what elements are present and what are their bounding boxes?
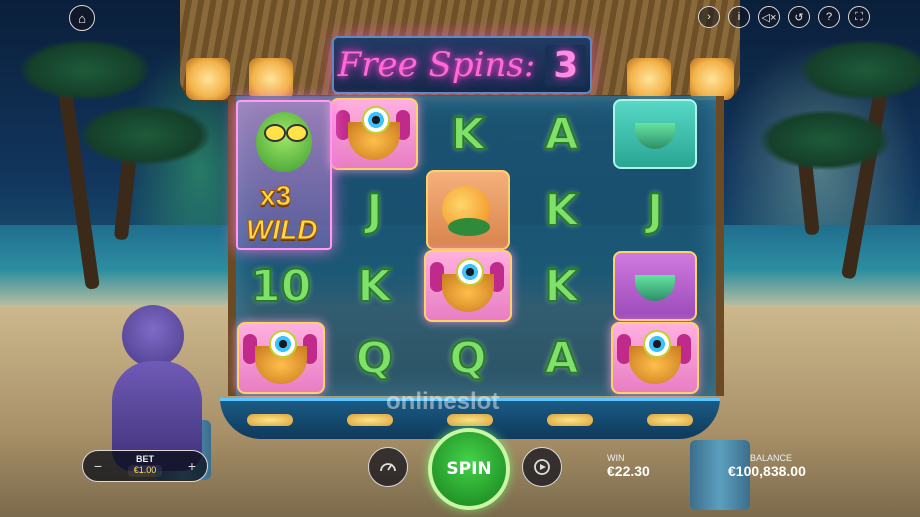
sound-off-icon: ◁×: [761, 11, 777, 24]
reel-cell: [608, 250, 702, 322]
watermark: onlineslot: [386, 388, 500, 415]
autoplay-button[interactable]: [522, 447, 562, 487]
info-button[interactable]: i: [728, 6, 750, 28]
symbol-k: K: [356, 260, 392, 313]
reel-cell: J: [328, 170, 422, 250]
bet-value: €1.00: [127, 465, 163, 477]
palm-leaves-right: [800, 40, 920, 100]
symbol-q: Q: [355, 332, 394, 385]
turbo-button[interactable]: [368, 447, 408, 487]
palm-leaves-mid-left: [80, 105, 210, 165]
reel-cell: A: [515, 98, 609, 170]
chevron-right-icon: ›: [707, 11, 711, 23]
reel-cell: Q: [328, 322, 422, 394]
reel-cell: [608, 322, 702, 394]
help-icon: ?: [825, 11, 833, 23]
reel-cell: J: [608, 170, 702, 250]
symbol-a: A: [544, 108, 580, 161]
reel-cell: [328, 98, 422, 170]
eyeball-bowl-symbol: [330, 98, 419, 170]
frog-eye: [264, 124, 286, 142]
bet-panel: − BET €1.00 +: [82, 450, 208, 482]
sound-button[interactable]: ◁×: [758, 6, 780, 28]
free-spins-label: Free Spins:: [337, 45, 536, 85]
spin-label: SPIN: [446, 459, 492, 479]
lantern: [690, 58, 734, 100]
symbol-k: K: [544, 184, 580, 237]
bet-increase-button[interactable]: +: [183, 457, 201, 475]
chevron-right-button[interactable]: ›: [698, 6, 720, 28]
frog-character: [256, 112, 312, 172]
reel-cell: K: [421, 98, 515, 170]
free-spins-count: 3: [545, 44, 587, 86]
win-value: €22.30: [607, 463, 650, 479]
balance-display: BALANCE €100,838.00: [728, 453, 806, 479]
autoplay-icon: [534, 459, 550, 475]
history-button[interactable]: ↺: [788, 6, 810, 28]
lantern: [627, 58, 671, 100]
deck-light: [547, 414, 593, 426]
eye-shape: [455, 258, 484, 286]
home-button[interactable]: ⌂: [69, 5, 95, 31]
glass-shape: [635, 275, 676, 301]
symbol-j: J: [365, 184, 383, 237]
bet-decrease-button[interactable]: −: [89, 457, 107, 475]
symbol-10: 10: [249, 260, 312, 313]
frog-eye: [286, 124, 308, 142]
reel-cell: [234, 322, 328, 394]
balance-label: BALANCE: [750, 453, 793, 463]
symbol-q: Q: [448, 332, 487, 385]
spin-button[interactable]: SPIN: [428, 428, 510, 510]
info-icon: i: [737, 11, 741, 23]
speedometer-icon: [380, 463, 396, 472]
top-right-toolbar: › i ◁× ↺ ? ⛶: [698, 6, 870, 28]
reel-cell: A: [515, 322, 609, 394]
fish-symbol: [425, 170, 510, 250]
reel-cell: [608, 98, 702, 170]
history-icon: ↺: [794, 11, 804, 24]
deck-light: [647, 414, 693, 426]
wild-multiplier: x3: [259, 180, 292, 212]
glass-shape: [635, 123, 676, 149]
palm-leaves-left: [20, 40, 150, 100]
eyeball-bowl-symbol: [423, 250, 512, 322]
home-icon: ⌂: [78, 10, 86, 26]
eyeball-bowl-symbol: [611, 322, 700, 394]
wild-symbol: x3 WILD: [236, 100, 332, 250]
win-label: WIN: [607, 453, 625, 463]
reel-cell: Q: [421, 322, 515, 394]
purple-drink-symbol: [613, 251, 698, 321]
reel-cell: K: [515, 170, 609, 250]
symbol-j: J: [646, 184, 664, 237]
fullscreen-icon: ⛶: [855, 10, 863, 23]
eye-shape: [268, 330, 297, 358]
win-display: WIN €22.30: [607, 453, 650, 479]
wild-label: WILD: [246, 214, 319, 246]
teal-drink-symbol: [613, 99, 698, 169]
eye-shape: [643, 330, 672, 358]
eyeball-bowl-symbol: [236, 322, 325, 394]
bet-label: BET: [136, 454, 154, 465]
reel-cell: K: [328, 250, 422, 322]
reel-cell: [421, 170, 515, 250]
leaf-shape: [447, 218, 490, 236]
reel-cell: 10: [234, 250, 328, 322]
palm-leaves-mid-right: [760, 110, 890, 170]
symbol-a: A: [544, 332, 580, 385]
free-spins-title: Free Spins: 3: [332, 36, 592, 94]
bet-display: BET €1.00: [127, 454, 163, 477]
symbol-k: K: [544, 260, 580, 313]
reel-cell: [421, 250, 515, 322]
help-button[interactable]: ?: [818, 6, 840, 28]
lantern: [186, 58, 230, 100]
fullscreen-button[interactable]: ⛶: [848, 6, 870, 28]
creature-head: [122, 305, 184, 367]
lantern: [249, 58, 293, 100]
deck-light: [247, 414, 293, 426]
balance-value: €100,838.00: [728, 463, 806, 479]
symbol-k: K: [450, 108, 486, 161]
reel-cell: K: [515, 250, 609, 322]
